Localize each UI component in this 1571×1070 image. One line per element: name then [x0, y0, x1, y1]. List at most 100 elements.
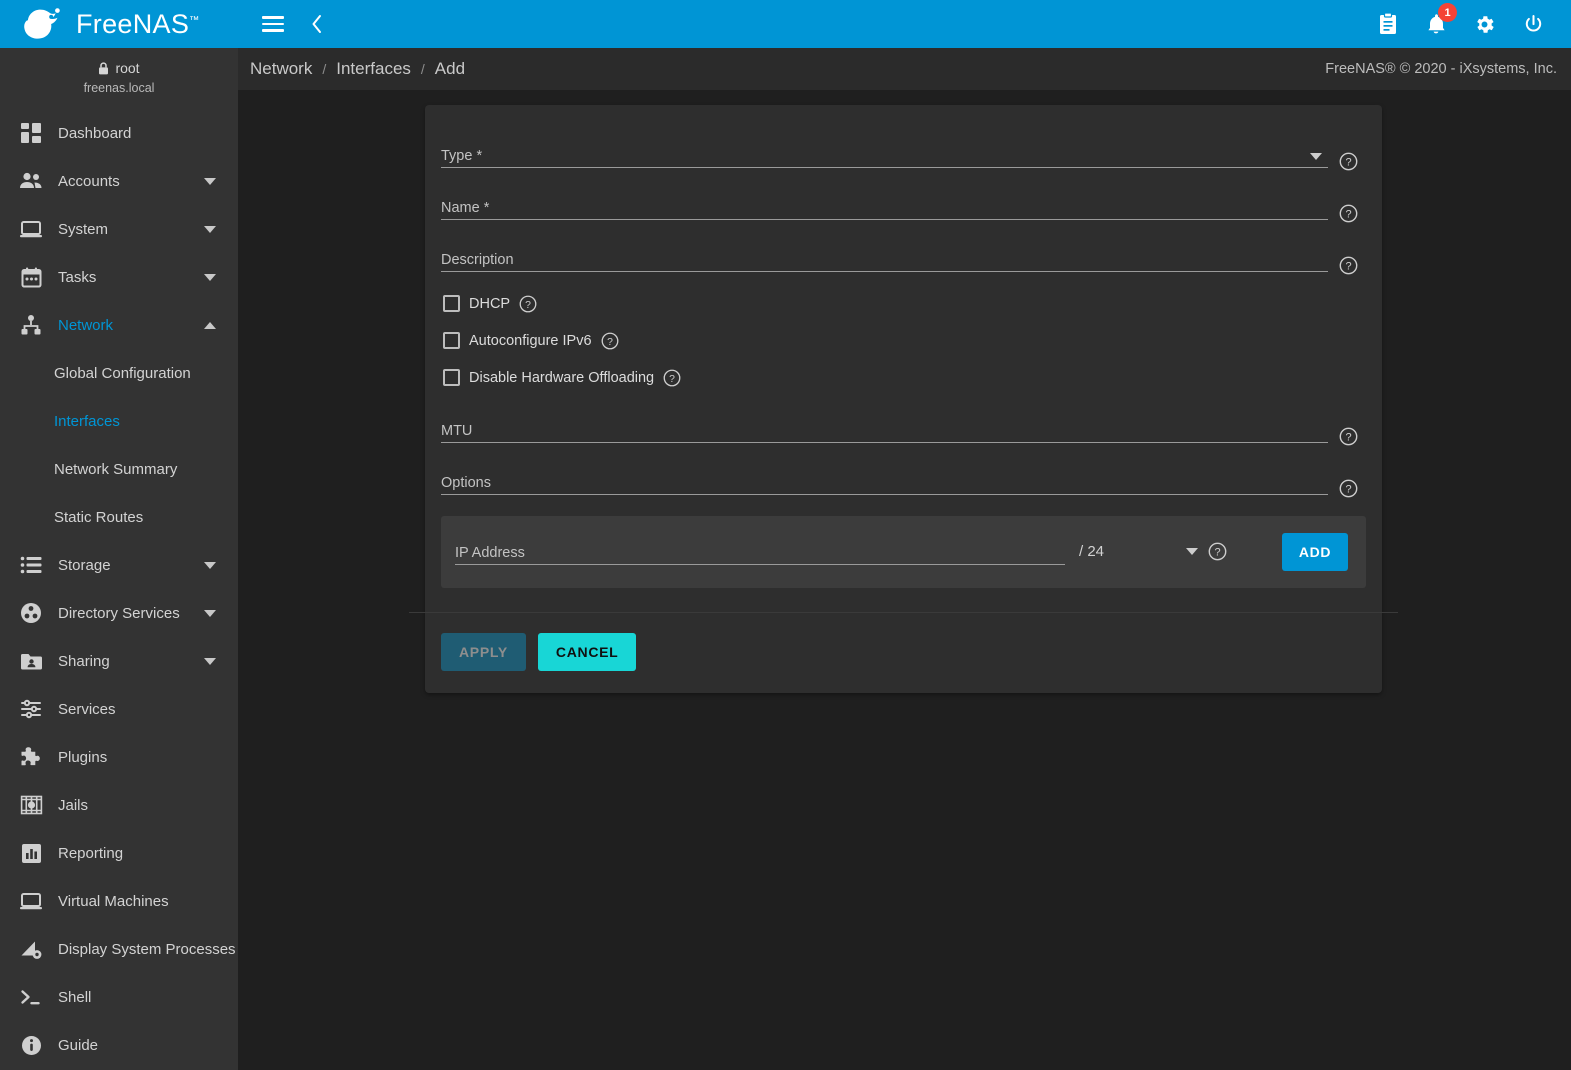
autoconfigure-ipv6-checkbox-row[interactable]: Autoconfigure IPv6 ? [441, 322, 1366, 359]
sidebar-item-sharing[interactable]: Sharing [0, 637, 238, 685]
sidebar-item-system[interactable]: System [0, 205, 238, 253]
help-circle-icon[interactable]: ? [1339, 152, 1358, 171]
add-ip-button[interactable]: ADD [1282, 533, 1348, 571]
type-field[interactable]: Type * ? [441, 129, 1366, 179]
description-field[interactable]: Description ? [441, 233, 1366, 283]
sidebar-subitem-label: Global Configuration [54, 365, 191, 382]
sidebar-item-jails[interactable]: Jails [0, 781, 238, 829]
freenas-logo-icon [22, 7, 66, 41]
processes-icon [14, 935, 48, 963]
chevron-down-icon[interactable] [204, 562, 216, 569]
sidebar-item-label: Guide [58, 1037, 98, 1054]
gear-icon[interactable] [1473, 13, 1496, 36]
chevron-down-icon[interactable] [204, 610, 216, 617]
sidebar-item-label: Directory Services [58, 605, 180, 622]
hamburger-menu-icon[interactable] [258, 9, 288, 39]
chevron-down-icon[interactable] [204, 226, 216, 233]
ip-address-panel: IP Address / 24 ? ADD [441, 516, 1366, 588]
help-circle-icon[interactable]: ? [1339, 256, 1358, 275]
services-icon [14, 695, 48, 723]
clipboard-icon[interactable] [1377, 12, 1399, 36]
sidebar-item-accounts[interactable]: Accounts [0, 157, 238, 205]
svg-text:?: ? [525, 299, 531, 310]
chevron-down-icon[interactable] [204, 274, 216, 281]
help-circle-icon[interactable]: ? [663, 369, 681, 387]
sidebar-item-reporting[interactable]: Reporting [0, 829, 238, 877]
svg-text:?: ? [1345, 209, 1351, 221]
bell-icon[interactable]: 1 [1425, 12, 1447, 36]
sidebar-item-directory-services[interactable]: Directory Services [0, 589, 238, 637]
sidebar-item-shell[interactable]: Shell [0, 973, 238, 1021]
sidebar-item-storage[interactable]: Storage [0, 541, 238, 589]
sidebar-item-network[interactable]: Network [0, 301, 238, 349]
options-field[interactable]: Options ? [441, 456, 1366, 506]
apply-button[interactable]: APPLY [441, 633, 526, 671]
ip-address-input[interactable]: IP Address [455, 539, 1065, 565]
copyright-text: FreeNAS® © 2020 - iXsystems, Inc. [1325, 61, 1557, 77]
dhcp-checkbox[interactable] [443, 295, 460, 312]
autoconfigure-ipv6-checkbox[interactable] [443, 332, 460, 349]
svg-text:?: ? [669, 373, 675, 384]
chevron-down-icon[interactable] [204, 178, 216, 185]
sidebar-item-label: Virtual Machines [58, 893, 169, 910]
chevron-down-icon[interactable] [1310, 153, 1322, 160]
description-field-label: Description [441, 252, 514, 271]
svg-text:?: ? [1345, 484, 1351, 496]
svg-text:?: ? [1214, 546, 1220, 558]
content-area: Network / Interfaces / Add FreeNAS® © 20… [238, 48, 1571, 1070]
sidebar-item-virtual-machines[interactable]: Virtual Machines [0, 877, 238, 925]
sidebar-subitem-label: Static Routes [54, 509, 143, 526]
breadcrumb-separator: / [322, 61, 326, 77]
chevron-down-icon[interactable] [204, 658, 216, 665]
name-field-label: Name * [441, 200, 489, 219]
chevron-down-icon[interactable] [1186, 548, 1198, 555]
plugins-icon [14, 743, 48, 771]
help-circle-icon[interactable]: ? [1339, 204, 1358, 223]
dashboard-icon [14, 119, 48, 147]
sidebar-item-guide[interactable]: Guide [0, 1021, 238, 1069]
sharing-icon [14, 647, 48, 675]
ip-address-label: IP Address [455, 545, 525, 564]
autoconfigure-ipv6-checkbox-label: Autoconfigure IPv6 [469, 333, 592, 349]
interface-add-form-card: Type * ? Name * ? [425, 105, 1382, 693]
network-icon [14, 311, 48, 339]
help-circle-icon[interactable]: ? [1339, 427, 1358, 446]
brand: FreeNAS™ [0, 0, 238, 48]
sidebar-item-plugins[interactable]: Plugins [0, 733, 238, 781]
sidebar-subitem-static-routes[interactable]: Static Routes [0, 493, 238, 541]
breadcrumb-item-add: Add [435, 59, 465, 79]
sidebar-item-label: Accounts [58, 173, 120, 190]
sidebar-subitem-interfaces[interactable]: Interfaces [0, 397, 238, 445]
disable-hardware-offloading-checkbox-row[interactable]: Disable Hardware Offloading ? [441, 359, 1366, 396]
help-circle-icon[interactable]: ? [1208, 542, 1227, 561]
accounts-icon [14, 167, 48, 195]
power-icon[interactable] [1522, 13, 1545, 36]
svg-text:?: ? [1345, 261, 1351, 273]
breadcrumb-item-interfaces[interactable]: Interfaces [336, 59, 411, 79]
name-field[interactable]: Name * ? [441, 181, 1366, 231]
dhcp-checkbox-label: DHCP [469, 296, 510, 312]
disable-hardware-offloading-checkbox[interactable] [443, 369, 460, 386]
mtu-field[interactable]: MTU ? [441, 404, 1366, 454]
sidebar-item-tasks[interactable]: Tasks [0, 253, 238, 301]
disable-hardware-offloading-checkbox-label: Disable Hardware Offloading [469, 370, 654, 386]
help-circle-icon[interactable]: ? [1339, 479, 1358, 498]
help-circle-icon[interactable]: ? [519, 295, 537, 313]
svg-text:?: ? [1345, 432, 1351, 444]
chevron-left-icon[interactable] [302, 9, 332, 39]
sidebar-subitem-global-configuration[interactable]: Global Configuration [0, 349, 238, 397]
breadcrumb-item-network[interactable]: Network [250, 59, 312, 79]
sidebar-item-display-system-processes[interactable]: Display System Processes [0, 925, 238, 973]
cancel-button[interactable]: CANCEL [538, 633, 637, 671]
guide-icon [14, 1031, 48, 1059]
netmask-value: / 24 [1079, 543, 1104, 561]
sidebar-item-services[interactable]: Services [0, 685, 238, 733]
sidebar-subitem-label: Network Summary [54, 461, 177, 478]
help-circle-icon[interactable]: ? [601, 332, 619, 350]
sidebar-item-label: Shell [58, 989, 91, 1006]
sidebar-item-dashboard[interactable]: Dashboard [0, 109, 238, 157]
chevron-up-icon[interactable] [204, 322, 216, 329]
jails-icon [14, 791, 48, 819]
dhcp-checkbox-row[interactable]: DHCP ? [441, 285, 1366, 322]
sidebar-subitem-network-summary[interactable]: Network Summary [0, 445, 238, 493]
